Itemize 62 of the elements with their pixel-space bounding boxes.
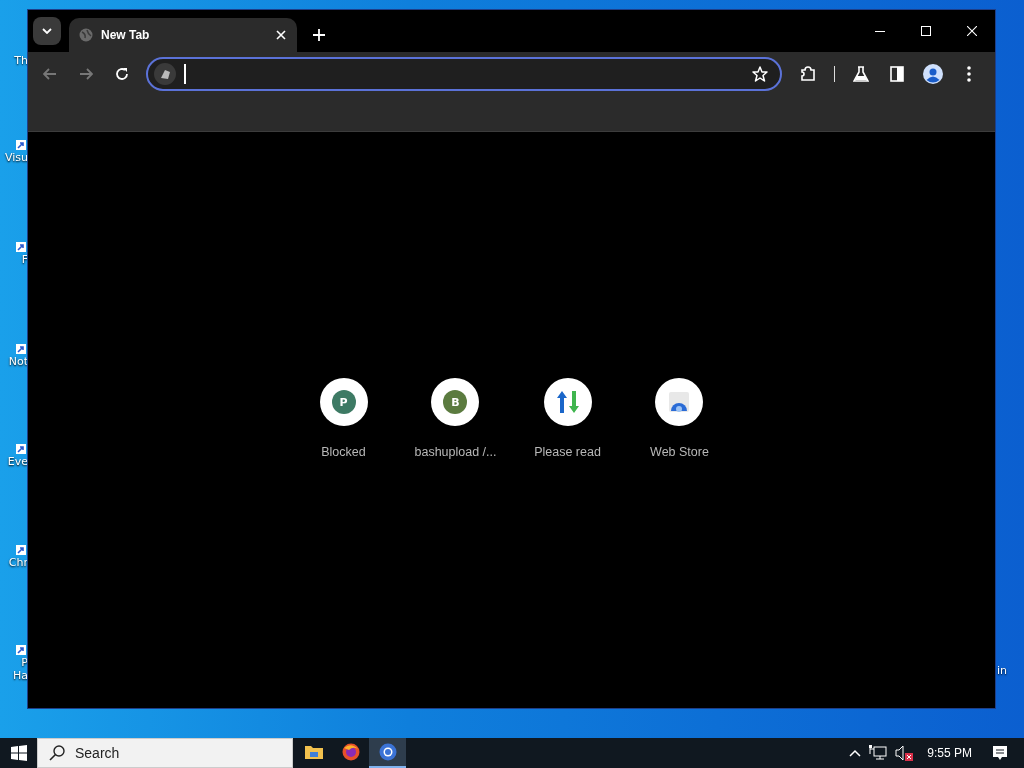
fox-browser-icon	[340, 742, 361, 762]
shortcut-icon	[16, 242, 26, 252]
browser-tab[interactable]: New Tab	[69, 18, 297, 52]
arrow-left-icon	[43, 68, 57, 80]
avatar-icon	[923, 64, 943, 84]
reload-icon	[115, 67, 129, 81]
windows-logo-icon	[10, 745, 27, 761]
desktop-icon-label: Eve	[7, 455, 28, 468]
arrow-right-icon	[79, 68, 93, 80]
text-cursor	[184, 64, 186, 84]
globe-icon	[79, 28, 93, 42]
desktop-icon-label: Visu	[4, 151, 28, 164]
close-icon	[967, 26, 977, 36]
plus-icon	[313, 29, 325, 41]
muted-speaker-icon	[895, 745, 914, 761]
flask-icon	[853, 66, 869, 82]
network-icon	[869, 745, 888, 761]
notifications-button[interactable]	[992, 745, 1008, 761]
shortcut-label: Web Store	[650, 445, 709, 459]
shortcut-tile[interactable]	[543, 378, 592, 426]
search-field[interactable]: Search	[37, 738, 293, 768]
chevron-up-icon	[849, 749, 862, 757]
circle-browser-icon	[377, 742, 398, 762]
network-button[interactable]	[869, 745, 888, 761]
desktop-icon-label: Not	[8, 355, 28, 368]
message-icon	[992, 745, 1008, 761]
shortcut-icon	[16, 344, 26, 354]
letter-icon: P	[331, 390, 356, 414]
shortcut-icon	[16, 645, 26, 655]
bookmark-button[interactable]	[750, 64, 770, 84]
close-icon	[276, 30, 286, 40]
shortcut-label: Blocked	[321, 445, 366, 459]
taskbar-app-button[interactable]	[369, 738, 406, 768]
maximize-icon	[921, 26, 931, 36]
store-icon	[668, 391, 691, 413]
desktop-icon-label: Chr	[8, 556, 28, 569]
shortcut-label: Please read	[534, 445, 601, 459]
show-hidden-icons-button[interactable]	[849, 749, 862, 757]
desktop-icon-label: F	[21, 253, 28, 266]
clock[interactable]: 9:55 PM	[921, 746, 984, 760]
desktop-icon-label: Th	[14, 54, 28, 67]
volume-button[interactable]	[895, 745, 914, 761]
desktop-icon-label: P Ha	[13, 656, 28, 682]
search-icon	[49, 745, 65, 761]
shortcut-icon	[16, 444, 26, 454]
puzzle-icon	[800, 66, 816, 82]
shortcut-icon	[16, 140, 26, 150]
address-bar[interactable]	[146, 57, 782, 91]
chevron-down-icon	[42, 28, 52, 34]
desktop-icon-label: in	[997, 664, 1008, 677]
site-icon	[159, 68, 171, 80]
shortcut-label: bashupload /...	[414, 445, 497, 459]
star-icon	[752, 66, 768, 82]
side-panel-icon	[890, 66, 904, 82]
shortcut-tile[interactable]	[655, 378, 704, 426]
shortcut-tile[interactable]: B	[431, 378, 480, 426]
tab-search-button[interactable]	[33, 17, 61, 45]
shortcut-icon	[16, 545, 26, 555]
shortcut-tile[interactable]: P	[319, 378, 368, 426]
arrows-icon	[554, 389, 581, 415]
more-vertical-icon	[967, 66, 971, 82]
letter-icon: B	[443, 390, 468, 414]
